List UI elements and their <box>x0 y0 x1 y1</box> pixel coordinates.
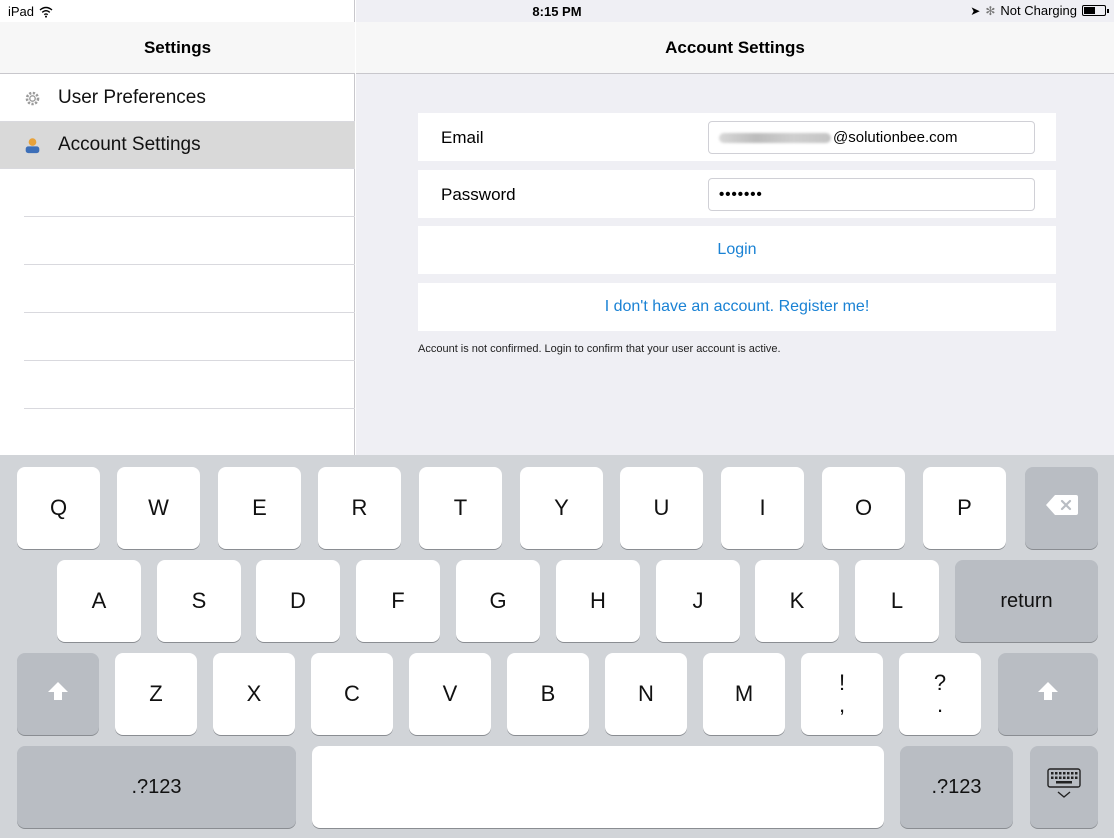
keyboard-hide-icon <box>1045 767 1083 807</box>
key-l[interactable]: L <box>855 560 939 642</box>
ipad-screen: Settings User Preferences Account Settin… <box>0 0 1114 838</box>
empty-row <box>24 361 355 409</box>
key-t[interactable]: T <box>419 467 502 549</box>
key-j[interactable]: J <box>656 560 740 642</box>
key-u[interactable]: U <box>620 467 703 549</box>
key-x[interactable]: X <box>213 653 295 735</box>
page-title: Account Settings <box>356 22 1114 74</box>
gear-icon <box>24 90 41 107</box>
key-y[interactable]: Y <box>520 467 603 549</box>
key-o[interactable]: O <box>822 467 905 549</box>
period-char: . <box>936 692 944 717</box>
key-v[interactable]: V <box>409 653 491 735</box>
email-label: Email <box>441 128 484 147</box>
password-dots: ••••••• <box>719 186 763 203</box>
key-n[interactable]: N <box>605 653 687 735</box>
key-question-period[interactable]: ? . <box>899 653 981 735</box>
key-a[interactable]: A <box>57 560 141 642</box>
shift-icon <box>1037 680 1059 708</box>
hide-keyboard-key[interactable] <box>1030 746 1098 828</box>
email-domain-text: @solutionbee.com <box>833 129 958 146</box>
onscreen-keyboard: Q W E R T Y U I O P A S D F G H J K L re… <box>0 455 1114 838</box>
sidebar-item-account-settings[interactable]: Account Settings <box>0 122 355 169</box>
status-bar: iPad 8:15 PM ➤ ✻ Not Charging <box>0 0 1114 22</box>
comma-char: , <box>838 692 846 717</box>
confirmation-note: Account is not confirmed. Login to confi… <box>418 343 781 355</box>
empty-row <box>24 169 355 217</box>
sidebar-list: User Preferences Account Settings <box>0 75 355 409</box>
email-field[interactable]: @solutionbee.com <box>708 121 1035 154</box>
sidebar-item-user-preferences[interactable]: User Preferences <box>0 75 355 122</box>
register-button[interactable]: I don't have an account. Register me! <box>418 283 1056 331</box>
numbers-key-left[interactable]: .?123 <box>17 746 296 828</box>
key-w[interactable]: W <box>117 467 200 549</box>
sidebar-title: Settings <box>0 22 355 74</box>
settings-sidebar: Settings User Preferences Account Settin… <box>0 0 355 455</box>
empty-row <box>24 313 355 361</box>
key-exclamation-comma[interactable]: ! , <box>801 653 883 735</box>
status-time: 8:15 PM <box>532 4 582 19</box>
account-settings-panel: Account Settings Email @solutionbee.com … <box>356 0 1114 455</box>
key-i[interactable]: I <box>721 467 804 549</box>
email-row: Email @solutionbee.com <box>418 113 1056 161</box>
key-p[interactable]: P <box>923 467 1006 549</box>
wifi-icon <box>39 6 53 18</box>
key-b[interactable]: B <box>507 653 589 735</box>
space-key[interactable] <box>312 746 884 828</box>
key-s[interactable]: S <box>157 560 241 642</box>
key-d[interactable]: D <box>256 560 340 642</box>
battery-icon <box>1082 5 1109 16</box>
redacted-email-name <box>719 132 831 143</box>
key-m[interactable]: M <box>703 653 785 735</box>
key-r[interactable]: R <box>318 467 401 549</box>
delete-key[interactable] <box>1025 467 1098 549</box>
key-h[interactable]: H <box>556 560 640 642</box>
bluetooth-icon: ✻ <box>985 3 996 18</box>
shift-key-right[interactable] <box>998 653 1098 735</box>
location-icon: ➤ <box>970 3 981 18</box>
device-label: iPad <box>8 4 35 19</box>
numbers-key-right[interactable]: .?123 <box>900 746 1013 828</box>
key-f[interactable]: F <box>356 560 440 642</box>
password-row: Password ••••••• <box>418 170 1056 218</box>
question-char: ? <box>933 670 947 695</box>
return-key[interactable]: return <box>955 560 1098 642</box>
key-e[interactable]: E <box>218 467 301 549</box>
empty-row <box>24 217 355 265</box>
charging-status: Not Charging <box>1000 3 1077 18</box>
shift-icon <box>47 680 69 708</box>
backspace-icon <box>1045 493 1079 523</box>
key-q[interactable]: Q <box>17 467 100 549</box>
shift-key-left[interactable] <box>17 653 99 735</box>
password-label: Password <box>441 185 516 204</box>
key-c[interactable]: C <box>311 653 393 735</box>
sidebar-item-label: Account Settings <box>58 134 201 155</box>
login-button[interactable]: Login <box>418 226 1056 274</box>
key-g[interactable]: G <box>456 560 540 642</box>
password-field[interactable]: ••••••• <box>708 178 1035 211</box>
key-z[interactable]: Z <box>115 653 197 735</box>
key-k[interactable]: K <box>755 560 839 642</box>
sidebar-item-label: User Preferences <box>58 87 206 108</box>
empty-row <box>24 265 355 313</box>
person-icon <box>24 137 41 154</box>
exclamation-char: ! <box>838 670 846 695</box>
